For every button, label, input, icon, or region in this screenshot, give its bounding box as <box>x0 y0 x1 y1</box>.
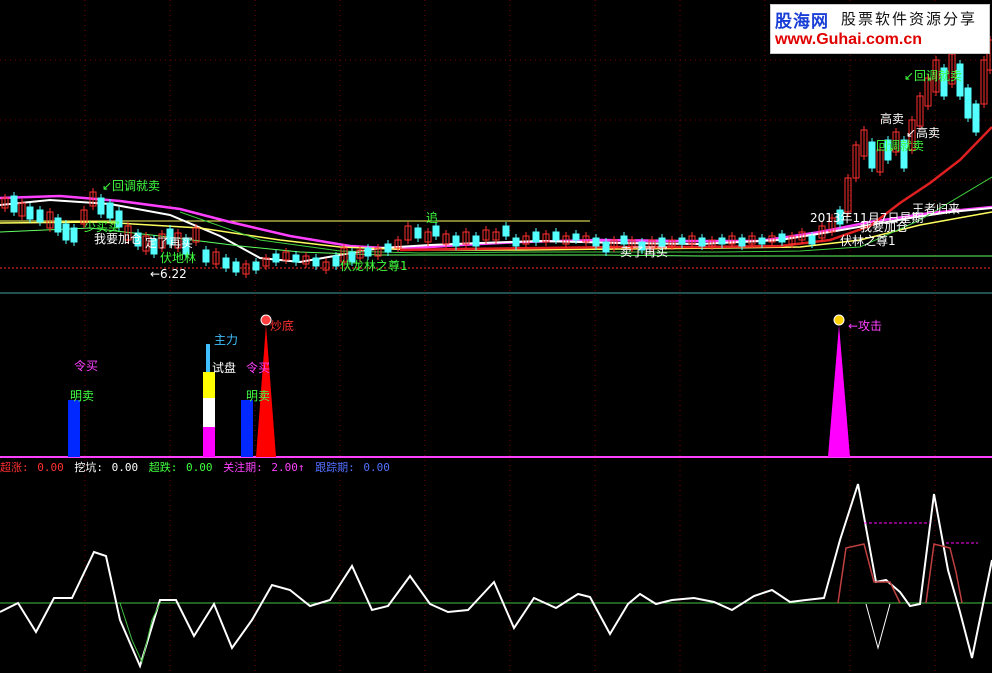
candle-body <box>758 237 766 245</box>
probe-bar-yellow <box>203 372 215 398</box>
watermark-brand: 股海网 <box>775 12 829 32</box>
candle-body <box>592 237 600 247</box>
candle-body <box>384 243 392 253</box>
candle-body <box>222 257 230 269</box>
status-watch: 关注期: 2.00↑ <box>223 461 305 474</box>
probe-bar-magenta <box>203 427 215 457</box>
candle-body <box>232 261 240 273</box>
price-annotation: 我要加仓 <box>860 220 908 234</box>
candle-body <box>718 237 726 245</box>
stock-chart-canvas[interactable]: ↙回调就卖卖了再买我要加仓 定了再买少买买伏地林伏龙林之尊1←6.22追 2013年… <box>0 0 992 673</box>
signal-label: 令买 <box>246 360 270 375</box>
candle-body <box>738 237 746 247</box>
candle-body <box>54 217 62 233</box>
price-annotation: 追 <box>426 210 438 225</box>
candle-body <box>868 141 876 169</box>
price-annotation: 伏地林 <box>160 251 196 265</box>
candle <box>10 192 18 216</box>
signal-label: ←攻击 <box>848 319 882 333</box>
candle-body <box>532 231 540 243</box>
candle-body <box>552 231 560 241</box>
signal-label: 明卖 <box>70 389 94 403</box>
candle-body <box>106 202 114 219</box>
signal-label: 试盘 <box>212 360 236 375</box>
candle <box>62 220 70 244</box>
status-dig: 挖坑: 0.00 <box>74 461 139 474</box>
main-force-bar <box>206 344 210 372</box>
candle-body <box>602 241 610 253</box>
candle-body <box>620 235 628 245</box>
price-annotation: ↙高卖 <box>906 125 940 140</box>
candle-body <box>502 225 510 237</box>
candle-body <box>964 87 972 119</box>
watermark-tagline: 股票软件资源分享 <box>841 10 978 28</box>
candle-body <box>10 195 18 213</box>
candle-body <box>808 235 816 245</box>
candle <box>972 100 980 136</box>
candle-body <box>252 261 260 271</box>
candle-body <box>272 253 280 263</box>
indicator-status-line: 超涨: 0.00 挖坑: 0.00 超跌: 0.00 关注期: 2.00↑ 跟踪… <box>0 459 394 475</box>
candle-body <box>292 254 300 263</box>
candle-body <box>312 257 320 267</box>
price-annotation: 少买买 <box>84 220 120 234</box>
candle-body <box>472 235 480 247</box>
candle-body <box>432 225 440 237</box>
candle-body <box>452 235 460 247</box>
candle-body <box>26 206 34 220</box>
candle-body <box>678 237 686 245</box>
candle <box>868 138 876 172</box>
candle <box>964 84 972 122</box>
price-annotation: ↙回调就卖 <box>102 179 160 193</box>
sell-bar-1 <box>68 400 80 457</box>
candle-body <box>364 247 372 257</box>
signal-label: 明卖 <box>246 389 270 403</box>
candle-body <box>36 209 44 223</box>
price-annotation: ↙回调就卖 <box>904 69 962 83</box>
price-annotation: 高卖 <box>880 111 904 126</box>
candle-body <box>778 233 786 243</box>
sell-bar-2 <box>241 400 253 457</box>
status-oversold: 超跌: 0.00 <box>148 461 213 474</box>
candle <box>97 194 105 218</box>
candle-body <box>97 197 105 215</box>
candle-body <box>332 255 340 267</box>
candle-body <box>414 227 422 239</box>
price-annotation: 伏林之尊1 <box>840 233 896 248</box>
price-annotation: 王者归来 <box>912 202 960 216</box>
status-track: 跟踪期: 0.00 <box>315 461 390 474</box>
candle-body <box>698 237 706 247</box>
status-overheat: 超涨: 0.00 <box>0 461 64 474</box>
price-annotation: 伏龙林之尊1 <box>340 258 408 273</box>
price-annotation: 回调就卖 <box>876 139 924 153</box>
signal-label: 炒底 <box>270 318 294 333</box>
probe-bar-white <box>203 398 215 427</box>
signal-label: 主力 <box>214 333 238 347</box>
candle-body <box>972 103 980 133</box>
price-annotation: 我要加仓 <box>94 232 142 246</box>
candle-body <box>572 233 580 241</box>
candle-body <box>70 227 78 243</box>
attack-marker-icon <box>833 314 845 326</box>
candle-body <box>202 249 210 263</box>
watermark-box: 股海网 股票软件资源分享 www.Guhai.com.cn <box>770 4 990 54</box>
watermark-url: www.Guhai.com.cn <box>775 31 922 48</box>
price-annotation: ←6.22 <box>150 267 187 281</box>
candle-body <box>512 237 520 247</box>
price-annotation: 定了再买 <box>145 235 193 250</box>
signal-label: 令买 <box>74 358 98 373</box>
price-annotation: 卖了再买 <box>620 245 668 259</box>
candle-body <box>62 223 70 241</box>
